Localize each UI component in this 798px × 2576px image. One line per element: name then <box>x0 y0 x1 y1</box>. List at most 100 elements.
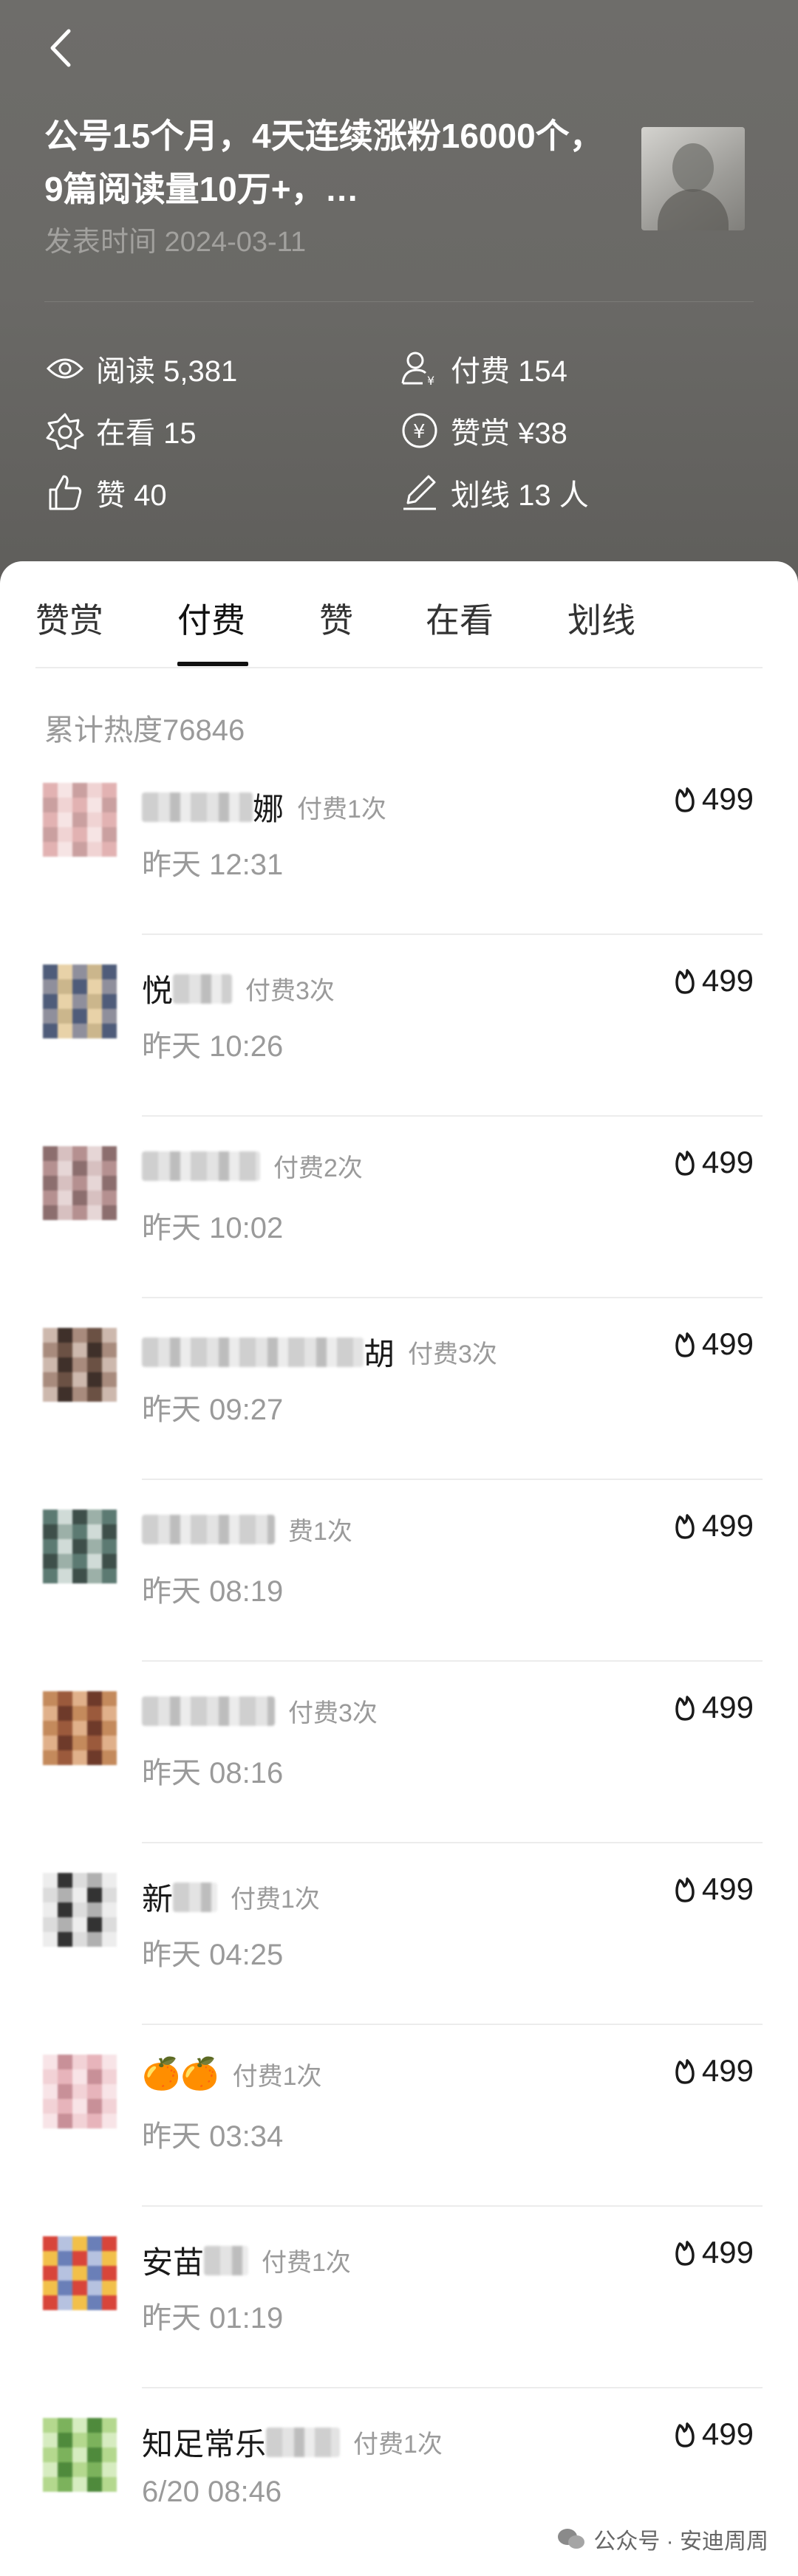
heat-number: 499 <box>701 1326 754 1361</box>
payer-row[interactable]: 付费2次昨天 10:02 499 <box>0 1117 798 1298</box>
paid-count: 付费1次 <box>353 2431 443 2459</box>
avatar[interactable] <box>43 1146 117 1220</box>
heat-value: 499 <box>672 2053 754 2089</box>
payer-name: 付费2次 <box>142 1148 363 1184</box>
redacted-name <box>204 2245 249 2275</box>
payment-time: 昨天 08:16 <box>142 1757 284 1789</box>
redacted-name <box>173 973 233 1004</box>
payer-name-visible: 知足常乐 <box>142 2427 267 2462</box>
stat-like: 赞 40 <box>44 471 167 514</box>
heat-value: 499 <box>672 2235 754 2270</box>
avatar[interactable] <box>43 2236 117 2310</box>
paid-count: 费1次 <box>288 1518 352 1546</box>
flame-icon <box>675 1332 695 1357</box>
flame-icon <box>675 1151 695 1176</box>
avatar[interactable] <box>43 965 117 1038</box>
payment-time: 昨天 04:25 <box>142 1939 284 1971</box>
tab-like[interactable]: 赞 <box>319 594 353 643</box>
paid-count: 付费1次 <box>232 2063 322 2091</box>
payer-name: 安苗 付费1次 <box>142 2238 351 2283</box>
payer-name-visible: 胡 <box>364 1337 395 1371</box>
stat-paid-label: 付费 154 <box>451 355 567 388</box>
payment-time: 昨天 03:34 <box>142 2120 284 2153</box>
payer-row[interactable]: 胡付费3次昨天 09:27 499 <box>0 1298 798 1480</box>
flame-icon <box>675 969 695 994</box>
payer-row[interactable]: 悦 付费3次昨天 10:26 499 <box>0 935 798 1117</box>
article-title: 公号15个月，4天连续涨粉16000个，9篇阅读量10万+，… <box>44 117 604 208</box>
payer-name: 新 付费1次 <box>142 1874 320 1919</box>
stat-paid: ¥ 付费 154 <box>399 347 567 390</box>
article-thumbnail[interactable] <box>641 127 745 230</box>
heat-number: 499 <box>701 1871 754 1906</box>
paid-count: 付费3次 <box>408 1340 497 1368</box>
heat-value: 499 <box>672 1690 754 1725</box>
payer-row[interactable]: 娜付费1次 昨天 12:31 499 <box>0 753 798 935</box>
heat-value: 499 <box>672 1508 754 1544</box>
payer-name: 知足常乐 付费1次 <box>142 2419 443 2464</box>
watermark: 公众号 · 安迪周周 <box>556 2523 768 2555</box>
paid-count: 付费1次 <box>297 795 386 823</box>
stat-reward-label: 赞赏 ¥38 <box>451 417 567 450</box>
user-yuan-icon: ¥ <box>399 348 440 389</box>
avatar[interactable] <box>43 1873 117 1947</box>
heat-value: 499 <box>672 1326 754 1362</box>
redacted-name <box>142 1514 275 1544</box>
payment-time: 昨天 08:19 <box>142 1575 284 1608</box>
tabs-divider <box>35 667 763 668</box>
tab-watching[interactable]: 在看 <box>426 594 494 643</box>
svg-text:¥: ¥ <box>413 421 426 443</box>
heat-value: 499 <box>672 1145 754 1180</box>
article-stats-header: 公号15个月，4天连续涨粉16000个，9篇阅读量10万+，… 发表时间 202… <box>0 0 798 583</box>
yuan-coin-icon: ¥ <box>399 410 440 451</box>
pen-icon <box>399 472 440 513</box>
stat-reward: ¥ 赞赏 ¥38 <box>399 409 567 452</box>
heat-number: 499 <box>701 1508 754 1543</box>
back-button[interactable] <box>38 22 83 74</box>
payment-time: 昨天 09:27 <box>142 1394 284 1426</box>
payer-row[interactable]: 新 付费1次昨天 04:25 499 <box>0 1843 798 2025</box>
payer-name-visible: 娜 <box>253 792 284 826</box>
flame-icon <box>675 1696 695 1721</box>
payment-time: 昨天 01:19 <box>142 2302 284 2334</box>
payer-row[interactable]: 付费3次昨天 08:16 499 <box>0 1662 798 1843</box>
cumulative-heat: 累计热度76846 <box>44 714 245 747</box>
publish-time: 发表时间 2024-03-11 <box>44 227 307 258</box>
payment-time: 昨天 10:02 <box>142 1212 284 1244</box>
flame-icon <box>675 2422 695 2447</box>
svg-text:¥: ¥ <box>427 374 434 388</box>
payer-name: 悦 付费3次 <box>142 966 335 1011</box>
payer-row[interactable]: 🍊🍊 付费1次 昨天 03:34 499 <box>0 2025 798 2207</box>
flower-icon <box>44 410 86 451</box>
avatar[interactable] <box>43 1510 117 1583</box>
heat-number: 499 <box>701 963 754 998</box>
payer-name: 付费3次 <box>142 1693 378 1729</box>
flame-icon <box>675 1514 695 1539</box>
avatar[interactable] <box>43 2055 117 2128</box>
flame-icon <box>675 2059 695 2084</box>
redacted-name <box>173 1882 218 1912</box>
stat-read-label: 阅读 5,381 <box>96 355 238 388</box>
tab-underline[interactable]: 划线 <box>567 594 635 643</box>
tab-bar: 赞赏 付费 赞 在看 划线 <box>0 561 798 668</box>
heat-number: 499 <box>701 1690 754 1724</box>
payer-name-visible: 新 <box>142 1882 174 1916</box>
flame-icon <box>675 787 695 812</box>
payment-time: 昨天 10:26 <box>142 1030 284 1063</box>
paid-count: 付费1次 <box>262 2249 351 2277</box>
avatar[interactable] <box>43 1691 117 1765</box>
eye-icon <box>44 348 86 389</box>
payer-row[interactable]: 费1次昨天 08:19 499 <box>0 1480 798 1662</box>
tab-paid[interactable]: 付费 <box>177 594 245 643</box>
avatar[interactable] <box>43 2418 117 2492</box>
header-divider <box>44 301 754 302</box>
paid-count: 付费2次 <box>273 1154 363 1182</box>
thumbs-up-icon <box>44 472 86 513</box>
back-chevron-icon <box>50 29 71 67</box>
tab-reward[interactable]: 赞赏 <box>35 594 103 643</box>
heat-number: 499 <box>701 2416 754 2451</box>
redacted-name <box>142 792 253 822</box>
avatar[interactable] <box>43 1328 117 1402</box>
avatar[interactable] <box>43 783 117 857</box>
heat-number: 499 <box>701 2235 754 2270</box>
payer-row[interactable]: 安苗 付费1次昨天 01:19 499 <box>0 2207 798 2388</box>
